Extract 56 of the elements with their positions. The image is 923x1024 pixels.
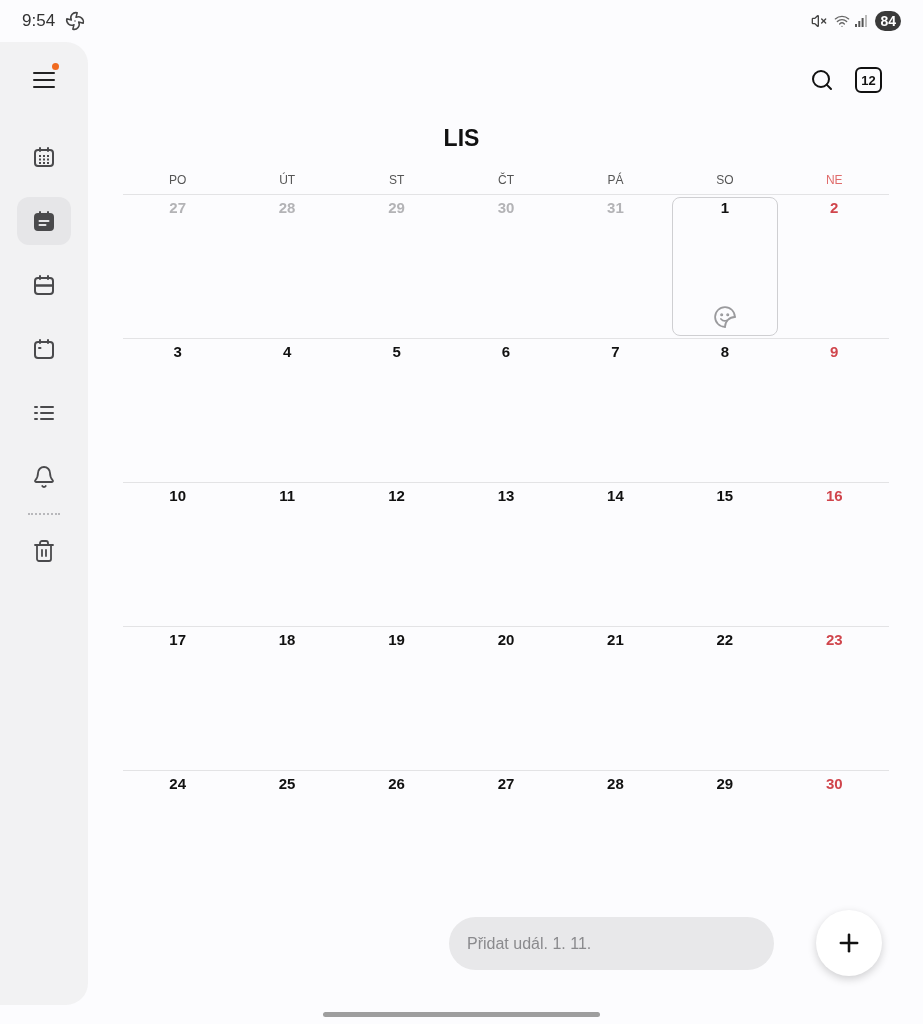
status-time: 9:54 bbox=[22, 10, 56, 33]
sidebar-item[interactable] bbox=[17, 197, 71, 245]
day-cell[interactable]: 21 bbox=[562, 629, 669, 768]
day-cell[interactable]: 7 bbox=[562, 341, 669, 480]
day-cell[interactable]: 22 bbox=[672, 629, 778, 768]
pinwheel-icon bbox=[65, 11, 86, 31]
weekday-label: ČT bbox=[498, 172, 514, 188]
day-cell[interactable]: 6 bbox=[453, 341, 559, 480]
mute-icon bbox=[811, 13, 828, 29]
signal-icon bbox=[855, 15, 868, 27]
trash-icon bbox=[32, 539, 56, 563]
day-cell[interactable]: 19 bbox=[343, 629, 450, 768]
weekday-label: NE bbox=[825, 172, 843, 188]
day-cell[interactable]: 25 bbox=[234, 773, 340, 912]
calendar-bar-icon bbox=[32, 273, 56, 297]
today-button[interactable]: 12 bbox=[855, 67, 882, 93]
day-cell[interactable]: 10 bbox=[125, 485, 231, 624]
month-title: LIS bbox=[443, 123, 480, 153]
day-cell[interactable]: 9 bbox=[781, 341, 887, 480]
weekday-label: SO bbox=[716, 172, 734, 188]
day-cell[interactable]: 26 bbox=[343, 773, 450, 912]
weekday-label: PO bbox=[169, 172, 187, 188]
day-cell[interactable]: 8 bbox=[672, 341, 778, 480]
add-event-field[interactable]: Přidat udál. 1. 11. bbox=[449, 917, 774, 970]
calendar-grid-icon bbox=[32, 145, 56, 169]
day-cell[interactable]: 2 bbox=[781, 197, 887, 336]
day-cell[interactable]: 30 bbox=[781, 773, 887, 912]
day-cell[interactable]: 27 bbox=[453, 773, 559, 912]
day-cell[interactable]: 13 bbox=[453, 485, 559, 624]
calendar-lines-icon bbox=[32, 209, 56, 233]
weekday-label: PÁ bbox=[607, 172, 624, 188]
day-cell[interactable]: 14 bbox=[562, 485, 669, 624]
day-cell[interactable]: 23 bbox=[781, 629, 887, 768]
day-cell[interactable]: 28 bbox=[562, 773, 669, 912]
calendar-dot-icon bbox=[32, 337, 56, 361]
day-cell[interactable]: 16 bbox=[781, 485, 887, 624]
battery-level: 84 bbox=[875, 11, 901, 31]
day-cell[interactable]: 5 bbox=[343, 341, 450, 480]
day-cell[interactable]: 3 bbox=[125, 341, 231, 480]
day-cell[interactable]: 15 bbox=[672, 485, 778, 624]
day-cell[interactable]: 24 bbox=[125, 773, 231, 912]
day-cell[interactable]: 29 bbox=[672, 773, 778, 912]
sticker-icon bbox=[713, 306, 736, 328]
day-cell[interactable]: 11 bbox=[234, 485, 340, 624]
day-cell[interactable]: 1 bbox=[672, 197, 778, 336]
weekday-label: ÚT bbox=[279, 172, 296, 188]
day-cell[interactable]: 4 bbox=[234, 341, 340, 480]
wifi-icon bbox=[834, 13, 851, 29]
day-cell[interactable]: 18 bbox=[234, 629, 340, 768]
day-cell[interactable]: 12 bbox=[343, 485, 450, 624]
weekday-label: ST bbox=[388, 172, 405, 188]
day-cell[interactable]: 17 bbox=[125, 629, 231, 768]
search-icon bbox=[810, 68, 834, 92]
day-cell[interactable]: 20 bbox=[453, 629, 559, 768]
menu-icon bbox=[33, 71, 55, 89]
bell-icon bbox=[32, 465, 56, 489]
